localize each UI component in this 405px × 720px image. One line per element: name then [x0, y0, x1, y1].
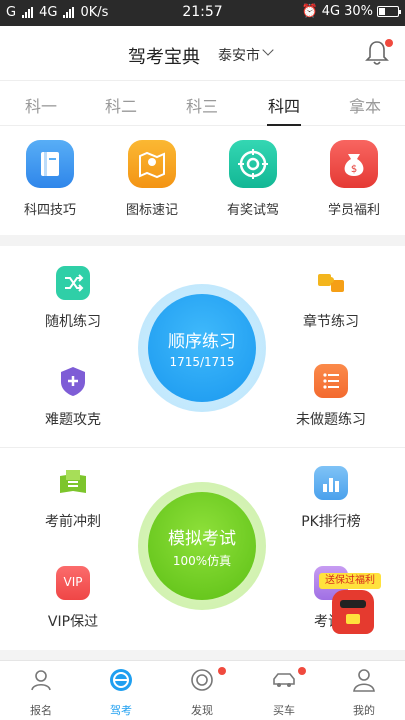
nav-signup[interactable]: 报名	[11, 667, 71, 718]
discover-icon	[191, 669, 213, 691]
quick-link-label: 有奖试驾	[226, 203, 279, 218]
shield-icon	[56, 364, 90, 398]
sequential-practice-button[interactable]: 顺序练习 1715/1715	[138, 284, 266, 412]
app-title: 驾考宝典	[128, 47, 200, 68]
tab-ke-4[interactable]: 科四	[254, 93, 314, 117]
hard-questions-button[interactable]: 难题攻克	[23, 364, 123, 429]
discover-badge-dot	[218, 667, 226, 675]
list-icon	[314, 364, 348, 398]
vip-pass-label: VIP保过	[47, 614, 99, 630]
nav-label: 驾考	[110, 704, 132, 717]
nav-label: 报名	[30, 704, 52, 717]
steering-wheel-icon	[110, 669, 132, 691]
puzzle-icon	[314, 266, 348, 300]
buy-car-badge-dot	[298, 667, 306, 675]
car-icon	[273, 673, 295, 687]
chapter-practice-label: 章节练习	[303, 314, 359, 330]
sequential-practice-title: 顺序练习	[168, 332, 236, 352]
mock-exam-subtitle: 100%仿真	[172, 553, 232, 568]
nav-label: 买车	[273, 704, 295, 717]
random-practice-label: 随机练习	[45, 314, 101, 330]
quick-link-tips[interactable]: 科四技巧	[10, 140, 90, 218]
undone-practice-label: 未做题练习	[296, 412, 366, 428]
nav-label: 发现	[191, 704, 213, 717]
app-header: 驾考宝典 泰安市	[0, 26, 405, 80]
target-icon	[229, 140, 277, 188]
notification-dot	[385, 39, 393, 47]
shuffle-icon	[56, 266, 90, 300]
signup-icon	[31, 670, 51, 691]
subject-tabs: 科一 科二 科三 科四 拿本	[0, 80, 405, 126]
exam-sprint-label: 考前冲刺	[45, 514, 101, 530]
mock-exam-title: 模拟考试	[168, 528, 236, 549]
chevron-down-icon[interactable]	[262, 44, 274, 56]
nav-profile[interactable]: 我的	[334, 667, 394, 718]
exam-sprint-button[interactable]: 考前冲刺	[23, 466, 123, 531]
profile-icon	[353, 669, 375, 692]
random-practice-button[interactable]: 随机练习	[23, 266, 123, 331]
section-divider	[0, 447, 405, 448]
bar-chart-icon	[314, 466, 348, 500]
exam-label: 考试	[314, 614, 342, 630]
mascot-icon[interactable]	[332, 590, 374, 634]
mock-exam-inner: 模拟考试 100%仿真	[148, 492, 256, 600]
tab-na-ben[interactable]: 拿本	[335, 93, 395, 117]
battery-percent: 30%	[344, 4, 373, 19]
pk-ranking-label: PK排行榜	[301, 514, 361, 530]
status-right: ⏰ 4G 30%	[301, 4, 401, 19]
network-4g-right: 4G	[321, 4, 341, 19]
vip-pass-button[interactable]: VIP VIP保过	[23, 566, 123, 631]
city-selector[interactable]: 泰安市	[218, 45, 260, 65]
tab-ke-1[interactable]: 科一	[11, 93, 71, 117]
sequential-practice-progress: 1715/1715	[169, 355, 235, 369]
vip-icon-text: VIP	[63, 575, 83, 589]
promo-badge[interactable]: 送保过福利	[319, 573, 381, 589]
alarm-icon: ⏰	[301, 4, 318, 19]
pk-ranking-button[interactable]: PK排行榜	[281, 466, 381, 531]
sequential-practice-inner: 顺序练习 1715/1715	[148, 294, 256, 402]
quick-link-label: 图标速记	[125, 203, 178, 218]
bottom-tab-bar: 报名 驾考 发现 买车 我的	[0, 660, 405, 720]
open-book-icon	[56, 466, 90, 500]
undone-practice-button[interactable]: 未做题练习	[281, 364, 381, 429]
quick-link-signs[interactable]: 图标速记	[112, 140, 192, 218]
book-icon	[26, 140, 74, 188]
hard-questions-label: 难题攻克	[45, 412, 101, 428]
svg-text:$: $	[351, 164, 357, 175]
tab-ke-2[interactable]: 科二	[91, 93, 151, 117]
battery-icon	[377, 6, 401, 17]
vip-ticket-icon: VIP	[56, 566, 90, 600]
status-bar: G 4G 0K/s 21:57 ⏰ 4G 30%	[0, 0, 405, 26]
tab-ke-3[interactable]: 科三	[172, 93, 232, 117]
nav-driving-test[interactable]: 驾考	[91, 667, 151, 718]
quick-link-test-drive[interactable]: 有奖试驾	[213, 140, 293, 218]
mock-exam-button[interactable]: 模拟考试 100%仿真	[138, 482, 266, 610]
quick-link-benefits[interactable]: $ 学员福利	[314, 140, 394, 218]
quick-link-label: 科四技巧	[23, 203, 76, 218]
chapter-practice-button[interactable]: 章节练习	[281, 266, 381, 331]
map-icon	[128, 140, 176, 188]
nav-buy-car[interactable]: 买车	[254, 667, 314, 718]
quick-link-label: 学员福利	[327, 203, 380, 218]
quick-links: 科四技巧 图标速记 有奖试驾 $ 学员福利	[0, 126, 405, 235]
nav-label: 我的	[353, 704, 375, 717]
money-bag-icon: $	[330, 140, 378, 188]
